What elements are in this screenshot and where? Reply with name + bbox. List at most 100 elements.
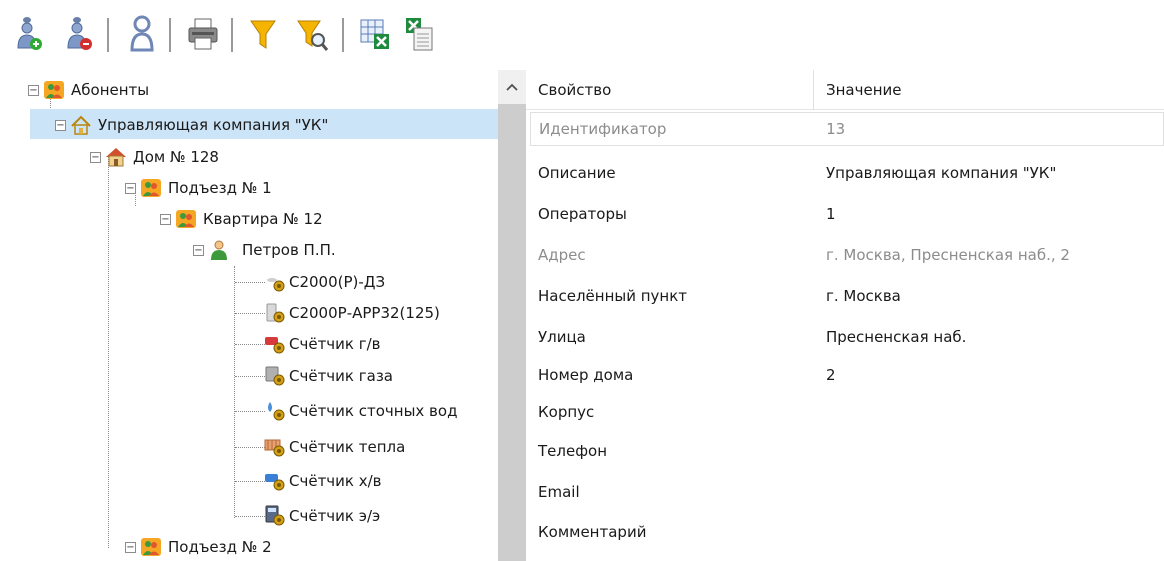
property-name: Идентификатор [539,120,667,138]
scroll-up-button[interactable] [498,70,526,104]
cold-water-meter-icon [264,470,286,492]
house-icon [105,146,127,168]
add-user-icon [17,17,42,50]
tree-node-label: Дом № 128 [133,148,219,166]
property-name: Корпус [538,402,595,421]
add-user-button[interactable] [12,14,46,54]
filter-search-icon [297,20,329,51]
property-value[interactable]: Управляющая компания "УК" [814,164,1164,182]
collapse-toggle[interactable]: − [125,182,136,194]
property-grid: Свойство Значение Идентификатор 13 Описа… [526,70,1164,561]
property-name: Номер дома [538,365,634,384]
tree-connector [235,516,265,517]
collapse-toggle[interactable]: − [55,119,66,131]
property-row[interactable]: Комментарий [526,511,1164,552]
toolbar [0,0,1164,70]
tree-connector [235,313,265,314]
user-button[interactable] [125,14,159,54]
property-row[interactable]: Корпус [526,391,1164,432]
tree-node-device[interactable]: С2000(Р)-ДЗ [264,267,385,297]
property-value[interactable]: 1 [814,205,1164,223]
property-name: Email [538,482,580,501]
property-row[interactable]: Номер дома 2 [526,354,1164,395]
property-name: Операторы [538,204,627,223]
tree-node-device[interactable]: Счётчик тепла [264,432,405,462]
property-row[interactable]: Email [526,471,1164,512]
tree-node-label: Подъезд № 1 [168,179,272,197]
tree-node-house[interactable]: − Дом № 128 [90,142,219,172]
tree-node-label: С2000(Р)-ДЗ [289,273,386,291]
property-value[interactable]: Пресненская наб. [814,328,1164,346]
group-icon [175,208,197,230]
tree-connector [235,282,265,283]
property-row[interactable]: Адрес г. Москва, Пресненская наб., 2 [526,234,1164,275]
print-button[interactable] [186,14,220,54]
tree-node-entrance-1[interactable]: − Подъезд № 1 [125,173,272,203]
column-header-property[interactable]: Свойство [526,70,814,110]
chevron-up-icon [506,83,518,91]
gas-meter-icon [264,365,286,387]
sensor-device-icon [264,271,286,293]
export-excel-button[interactable] [358,14,392,54]
remove-user-button[interactable] [62,14,96,54]
scrollbar-thumb[interactable] [498,104,526,561]
tree-node-person[interactable]: − Петров П.П. [193,235,336,265]
toolbar-separator [107,18,109,52]
collapse-toggle[interactable]: − [90,151,101,163]
column-header-value[interactable]: Значение [814,70,1164,110]
tree-node-label: Счётчик г/в [289,335,381,353]
import-excel-button[interactable] [402,14,436,54]
tree-node-subscribers[interactable]: − Абоненты [28,75,149,105]
collapse-toggle[interactable]: − [125,541,136,553]
property-row[interactable]: Идентификатор 13 [530,112,1164,146]
property-name: Описание [538,163,616,182]
hot-water-meter-icon [264,333,286,355]
tree-node-entrance-2[interactable]: − Подъезд № 2 [125,532,272,561]
property-value[interactable]: 2 [814,366,1164,384]
tree-node-label: Счётчик тепла [289,438,406,456]
property-value[interactable]: г. Москва [814,287,1164,305]
tree-node-label: Абоненты [71,81,150,99]
tree-node-label: Петров П.П. [242,241,336,259]
property-name: Комментарий [538,522,647,541]
property-name: Адрес [538,245,586,264]
tree-node-label: Счётчик э/э [289,507,381,525]
property-row[interactable]: Описание Управляющая компания "УК" [526,152,1164,193]
filter-button[interactable] [246,14,280,54]
collapse-toggle[interactable]: − [28,84,39,96]
tree-node-device[interactable]: Счётчик сточных вод [264,396,457,426]
wastewater-meter-icon [264,400,286,422]
property-row[interactable]: Улица Пресненская наб. [526,316,1164,357]
collapse-toggle[interactable]: − [160,213,171,225]
collapse-toggle[interactable]: − [193,244,204,256]
export-excel-icon [360,19,389,49]
toolbar-separator [169,18,171,52]
tree-connector [235,481,265,482]
toolbar-separator [231,18,233,52]
tree-connector [235,447,265,448]
person-icon [208,239,230,261]
tree-scrollbar[interactable] [498,70,526,561]
tree-node-device[interactable]: С2000Р-АРР32(125) [264,298,440,328]
tree-connector [235,376,265,377]
tree-node-device[interactable]: Счётчик газа [264,361,393,391]
filter-search-button[interactable] [296,14,330,54]
tree-node-company[interactable]: − Управляющая компания "УК" [55,110,328,140]
group-icon [140,536,162,558]
property-row[interactable]: Операторы 1 [526,193,1164,234]
electricity-meter-icon [264,505,286,527]
tree-node-device[interactable]: Счётчик х/в [264,466,382,496]
tree-node-label: Подъезд № 2 [168,538,272,556]
property-row[interactable]: Телефон [526,430,1164,471]
filter-icon [250,20,276,49]
remove-user-icon [67,17,92,50]
tree-node-device[interactable]: Счётчик г/в [264,329,381,359]
tree-connector [235,344,265,345]
grid-header: Свойство Значение [526,70,1164,110]
tree-node-flat[interactable]: − Квартира № 12 [160,204,323,234]
property-name: Улица [538,327,586,346]
tree-node-device[interactable]: Счётчик э/э [264,501,380,531]
property-row[interactable]: Населённый пункт г. Москва [526,275,1164,316]
house-outline-icon [70,114,92,136]
tree-connector [108,156,109,548]
